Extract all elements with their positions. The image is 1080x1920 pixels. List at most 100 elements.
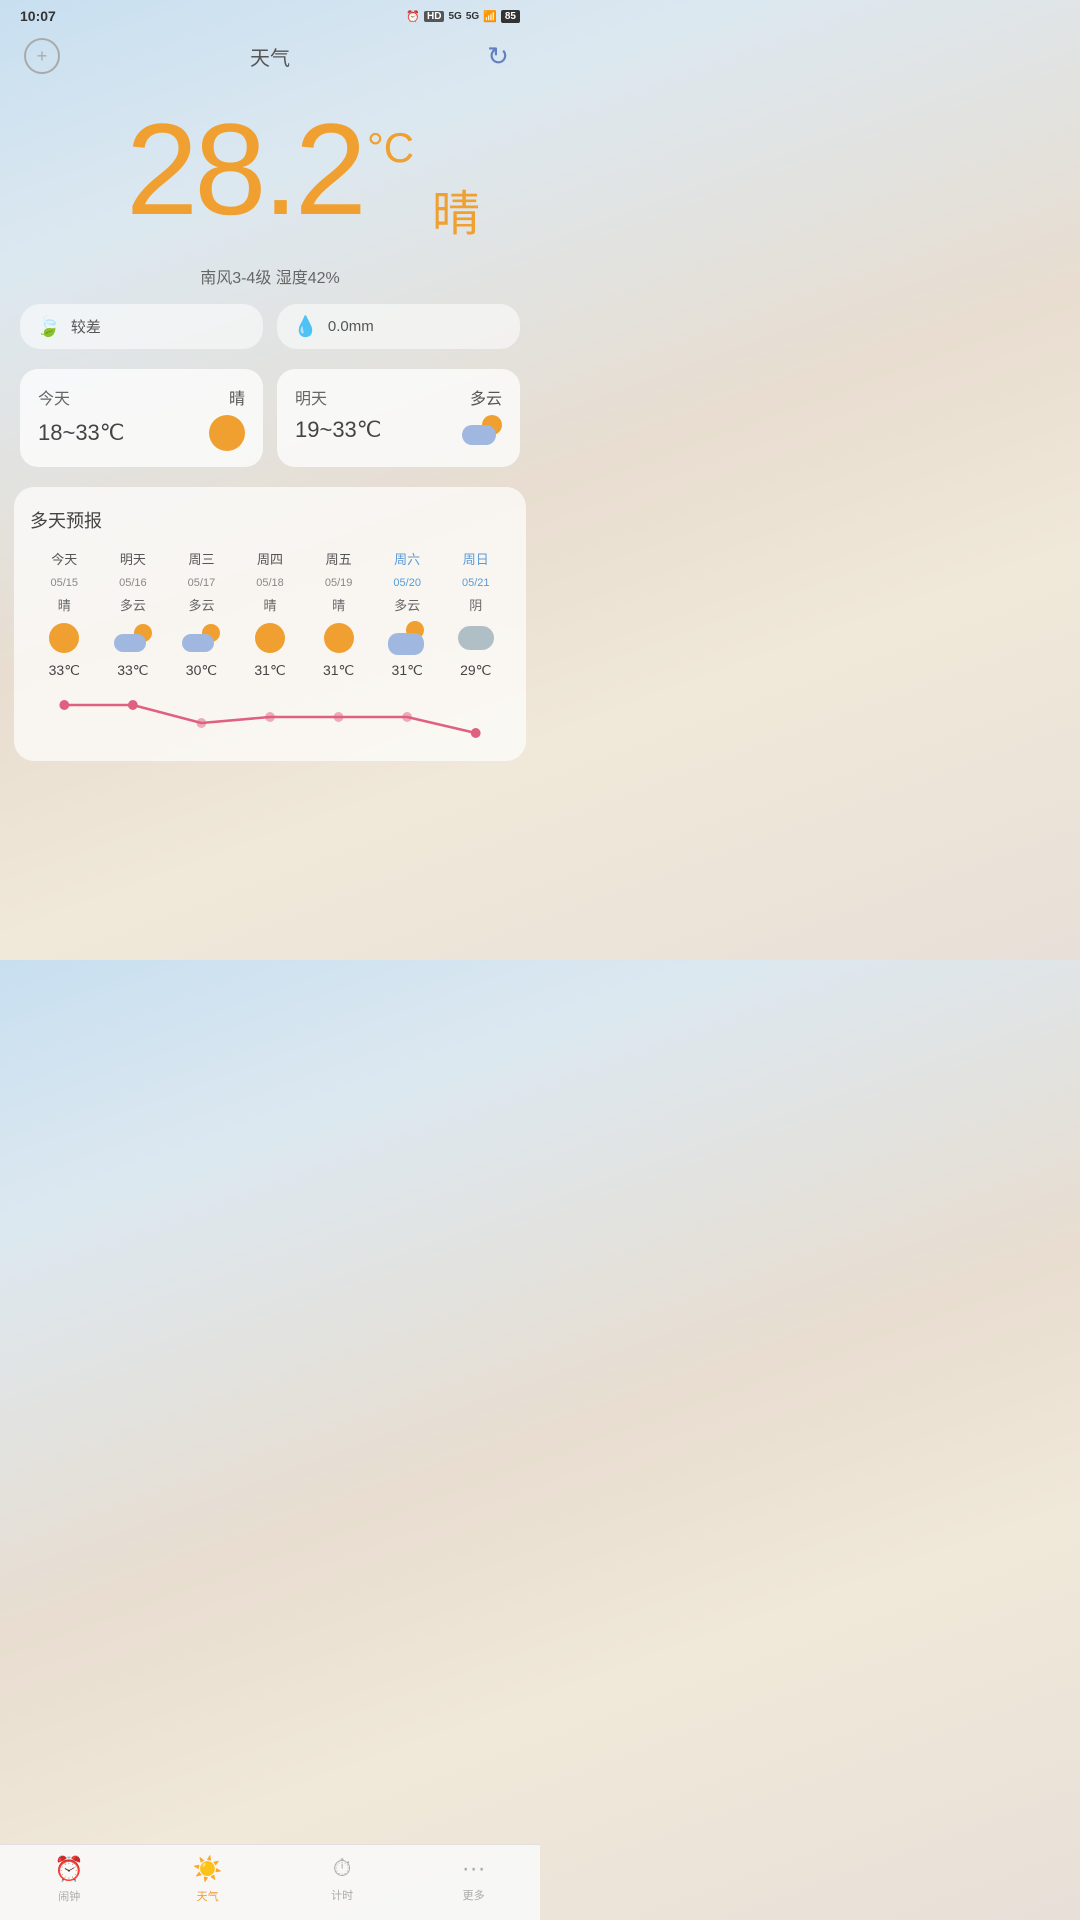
forecast-icon-3: [236, 620, 305, 656]
forecast-day-2-name: 周三: [167, 549, 236, 568]
forecast-temp-2: 30℃: [167, 662, 236, 679]
forecast-names-row: 今天 明天 周三 周四 周五 周六 周日: [30, 549, 510, 568]
nav-alarm[interactable]: ⏰ 闹钟: [54, 1855, 84, 1904]
temperature-section: 28.2 °C 晴: [0, 94, 540, 234]
today-card: 今天 晴 18~33℃: [20, 369, 263, 467]
sun-icon-0: [49, 623, 79, 653]
signal-5g1: 5G: [448, 11, 461, 22]
precipitation-label: 0.0mm: [328, 318, 374, 335]
status-bar: 10:07 ⏰ HD 5G 5G 📶 85: [0, 0, 540, 28]
forecast-temp-0: 33℃: [30, 662, 99, 679]
forecast-weather-0: 晴: [30, 595, 99, 614]
nav-timer-label: 计时: [331, 1887, 353, 1903]
page-title: 天气: [250, 42, 290, 71]
cloud-icon-6: [458, 626, 494, 650]
chart-svg: [30, 695, 510, 755]
clock-icon: ⏰: [406, 10, 420, 23]
forecast-weather-3: 晴: [236, 595, 305, 614]
forecast-icon-1: [99, 620, 168, 656]
air-quality-label: 较差: [71, 316, 101, 337]
partly-cloudy-icon-1: [114, 624, 152, 652]
battery-icon: 85: [501, 10, 520, 23]
forecast-icon-5: [373, 620, 442, 656]
wind-info: 南风3-4级 湿度42%: [0, 234, 540, 304]
forecast-temp-6: 29℃: [441, 662, 510, 679]
weather-description-main: 晴: [432, 174, 480, 244]
forecast-date-0: 05/15: [30, 574, 99, 589]
today-weather-label: 晴: [229, 385, 245, 409]
forecast-day-6-name: 周日: [441, 549, 510, 568]
nav-alarm-label: 闹钟: [58, 1888, 80, 1904]
today-label: 今天: [38, 385, 70, 409]
partly-cloudy-icon-2: [182, 624, 220, 652]
forecast-date-4: 05/19: [304, 574, 373, 589]
nav-weather-label: 天气: [197, 1888, 219, 1904]
forecast-date-1: 05/16: [99, 574, 168, 589]
weather-icon: ☀️: [193, 1855, 223, 1884]
forecast-icon-2: [167, 620, 236, 656]
today-sun-icon: [209, 415, 245, 451]
forecast-weather-2: 多云: [167, 595, 236, 614]
forecast-weather-1: 多云: [99, 595, 168, 614]
forecast-temps-row: 33℃ 33℃ 30℃ 31℃ 31℃ 31℃ 29℃: [30, 662, 510, 679]
forecast-icon-4: [304, 620, 373, 656]
tomorrow-weather-label: 多云: [470, 385, 502, 409]
forecast-weather-5: 多云: [373, 595, 442, 614]
tomorrow-label: 明天: [295, 385, 327, 409]
forecast-day-0-name: 今天: [30, 549, 99, 568]
forecast-icon-0: [30, 620, 99, 656]
timer-icon: ⏱: [333, 1855, 352, 1883]
forecast-date-2: 05/17: [167, 574, 236, 589]
status-time: 10:07: [20, 8, 56, 24]
forecast-title: 多天预报: [30, 507, 510, 533]
header: + 天气 ↻: [0, 28, 540, 94]
forecast-day-4-name: 周五: [304, 549, 373, 568]
temperature-chart: [30, 685, 510, 745]
forecast-dates-row: 05/15 05/16 05/17 05/18 05/19 05/20 05/2…: [30, 574, 510, 589]
forecast-icons-row: [30, 620, 510, 656]
bottom-nav: ⏰ 闹钟 ☀️ 天气 ⏱ 计时 ··· 更多: [0, 1844, 540, 1920]
nav-more-label: 更多: [463, 1887, 485, 1903]
forecast-icon-6: [441, 620, 510, 656]
precipitation-badge: 💧 0.0mm: [277, 304, 520, 349]
plus-icon: +: [37, 46, 48, 67]
main-temperature: 28.2: [126, 104, 363, 234]
today-temp-range: 18~33℃: [38, 420, 125, 446]
forecast-temp-4: 31℃: [304, 662, 373, 679]
sun-icon-4: [324, 623, 354, 653]
forecast-day-5-name: 周六: [373, 549, 442, 568]
forecast-temp-5: 31℃: [373, 662, 442, 679]
alarm-icon: ⏰: [54, 1855, 84, 1884]
temperature-unit: °C: [367, 124, 414, 172]
signal-5g2: 5G: [466, 11, 479, 22]
air-quality-badge: 🍃 较差: [20, 304, 263, 349]
wifi-icon: 📶: [483, 10, 497, 23]
refresh-button[interactable]: ↻: [480, 38, 516, 74]
forecast-weather-6: 阴: [441, 595, 510, 614]
partly-cloudy-icon-5: [388, 621, 426, 655]
forecast-weather-text-row: 晴 多云 多云 晴 晴 多云 阴: [30, 595, 510, 614]
forecast-date-3: 05/18: [236, 574, 305, 589]
forecast-date-6: 05/21: [441, 574, 510, 589]
hd-icon: HD: [424, 11, 444, 22]
sun-icon-3: [255, 623, 285, 653]
forecast-section: 多天预报 今天 明天 周三 周四 周五 周六 周日 05/15 05/16 05…: [14, 487, 526, 761]
nav-weather[interactable]: ☀️ 天气: [193, 1855, 223, 1904]
nav-more[interactable]: ··· 更多: [462, 1855, 486, 1904]
tomorrow-partly-cloudy-icon: [462, 415, 502, 445]
forecast-temp-1: 33℃: [99, 662, 168, 679]
forecast-day-1-name: 明天: [99, 549, 168, 568]
forecast-weather-4: 晴: [304, 595, 373, 614]
add-location-button[interactable]: +: [24, 38, 60, 74]
badges-row: 🍃 较差 💧 0.0mm: [0, 304, 540, 369]
day-cards: 今天 晴 18~33℃ 明天 多云 19~33℃: [0, 369, 540, 487]
forecast-day-3-name: 周四: [236, 549, 305, 568]
status-right: ⏰ HD 5G 5G 📶 85: [406, 10, 520, 23]
tomorrow-card: 明天 多云 19~33℃: [277, 369, 520, 467]
nav-timer[interactable]: ⏱ 计时: [331, 1855, 353, 1904]
forecast-date-5: 05/20: [373, 574, 442, 589]
leaf-icon: 🍃: [36, 314, 61, 339]
refresh-icon: ↻: [487, 41, 509, 72]
rain-icon: 💧: [293, 314, 318, 339]
forecast-temp-3: 31℃: [236, 662, 305, 679]
